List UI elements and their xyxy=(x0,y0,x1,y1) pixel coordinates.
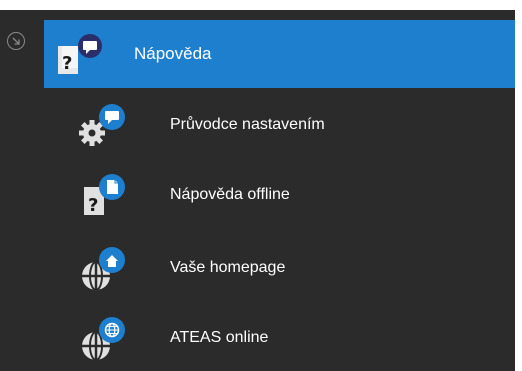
help-book-chat-icon: ? xyxy=(56,34,104,76)
menu-item-pruvodce-nastavenim[interactable]: Průvodce nastavením xyxy=(70,95,515,155)
circle-arrow-down-right-icon xyxy=(12,37,20,45)
menu-item-napoveda-offline[interactable]: ? Nápověda offline xyxy=(70,165,515,225)
gear-chat-icon xyxy=(78,103,126,147)
menu-item-label: Nápověda offline xyxy=(170,186,290,203)
globe-web-icon xyxy=(78,316,126,360)
help-book-document-icon: ? xyxy=(78,173,126,217)
menu-item-label: ATEAS online xyxy=(170,329,269,346)
menu-item-label: Nápověda xyxy=(134,44,212,63)
globe-home-icon xyxy=(78,246,126,290)
svg-text:?: ? xyxy=(88,195,98,216)
svg-text:?: ? xyxy=(62,53,72,74)
menu-item-vase-homepage[interactable]: Vaše homepage xyxy=(70,238,515,298)
menu-item-ateas-online[interactable]: ATEAS online xyxy=(70,308,515,368)
menu-item-napoveda[interactable]: ? Nápověda xyxy=(44,20,515,88)
menu-item-label: Vaše homepage xyxy=(170,259,286,276)
collapse-button[interactable] xyxy=(7,32,25,50)
menu-item-label: Průvodce nastavením xyxy=(170,116,325,133)
